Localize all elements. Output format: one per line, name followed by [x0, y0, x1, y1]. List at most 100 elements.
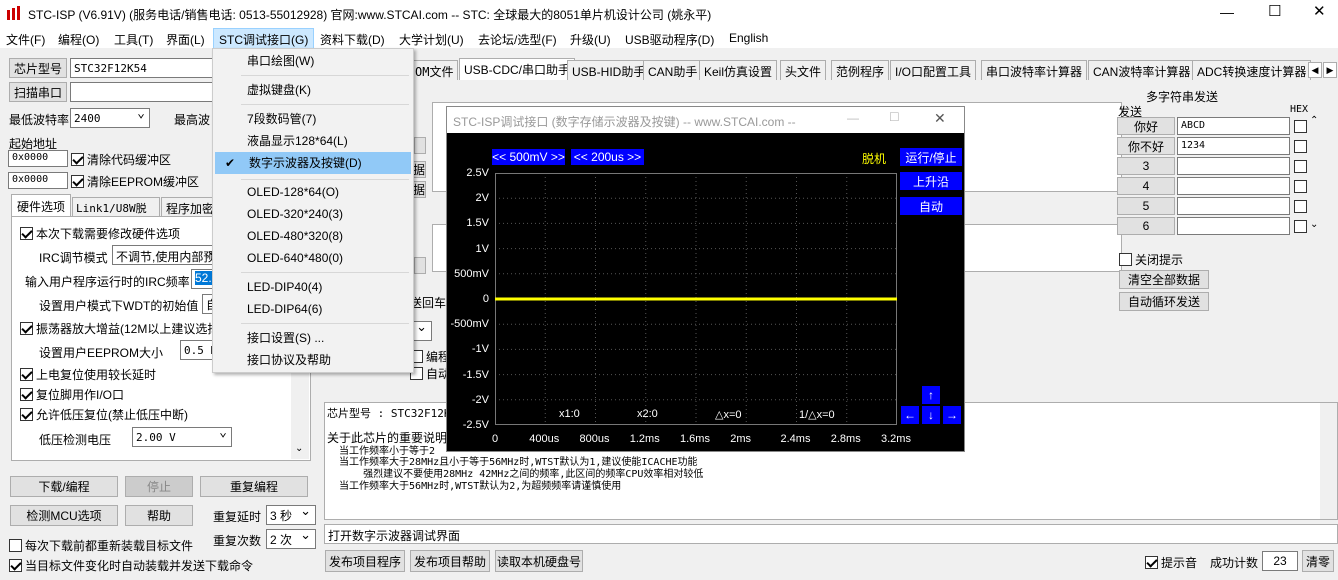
auto-button[interactable]: 自动: [900, 197, 962, 215]
menu-item-lcd[interactable]: 液晶显示128*64(L): [213, 130, 413, 152]
menu-english[interactable]: English: [729, 31, 768, 45]
menu-item-led-dip64[interactable]: LED-DIP64(6): [213, 298, 413, 320]
multi-send-hex-check[interactable]: [1294, 160, 1307, 173]
read-disk-button[interactable]: 读取本机硬盘号: [495, 550, 583, 572]
close-icon[interactable]: ✕: [1313, 2, 1326, 20]
tab-examples[interactable]: 范例程序: [831, 60, 890, 80]
menu-item-7seg[interactable]: 7段数码管(7): [213, 108, 413, 130]
chevron-down-icon[interactable]: ⌄: [1310, 219, 1318, 230]
tab-can-baud-calc[interactable]: CAN波特率计算器: [1088, 60, 1196, 80]
chip-type-field[interactable]: STC32F12K54: [70, 58, 215, 78]
tab-encrypt[interactable]: 程序加密: [161, 197, 219, 216]
save-recv-button[interactable]: 据: [412, 161, 426, 178]
multi-send-button[interactable]: 4: [1117, 177, 1175, 195]
osc-gain-check[interactable]: 振荡器放大增益(12M以上建议选择: [20, 320, 219, 337]
reload-each-check[interactable]: 每次下载前都重新装载目标文件: [9, 537, 193, 554]
clear-all-button[interactable]: 清空全部数据: [1119, 270, 1209, 289]
auto-loop-button[interactable]: 自动循环发送: [1119, 292, 1209, 311]
multi-send-field[interactable]: [1177, 197, 1290, 215]
menu-item-oled-128[interactable]: OLED-128*64(O): [213, 181, 413, 203]
auto-reload-check[interactable]: 当目标文件变化时自动装载并发送下载命令: [9, 557, 253, 574]
multi-send-hex-check[interactable]: [1294, 120, 1307, 133]
multi-send-button[interactable]: 6: [1117, 217, 1175, 235]
menu-program[interactable]: 编程(O): [58, 31, 99, 48]
chevron-up-icon[interactable]: ⌃: [1310, 115, 1318, 126]
code-addr-field[interactable]: 0x0000: [8, 150, 68, 167]
time-div-button[interactable]: << 200us >>: [571, 149, 644, 165]
menu-interface[interactable]: 界面(L): [166, 31, 205, 48]
tab-baud-calc[interactable]: 串口波特率计算器: [981, 60, 1088, 80]
menu-item-oscilloscope[interactable]: ✔ 数字示波器及按键(D): [215, 152, 411, 174]
multi-send-button[interactable]: 5: [1117, 197, 1175, 215]
tab-usb-hid[interactable]: USB-HID助手: [567, 60, 651, 80]
menu-upgrade[interactable]: 升级(U): [570, 31, 611, 48]
volt-div-button[interactable]: << 500mV >>: [492, 149, 565, 165]
tab-hex-file[interactable]: OM文件: [410, 60, 458, 80]
rising-edge-button[interactable]: 上升沿: [900, 172, 962, 190]
menu-item-oled-320[interactable]: OLED-320*240(3): [213, 203, 413, 225]
multi-send-hex-check[interactable]: [1294, 200, 1307, 213]
tab-usb-cdc[interactable]: USB-CDC/串口助手: [459, 58, 576, 80]
menu-usb-driver[interactable]: USB驱动程序(D): [625, 31, 714, 48]
arrow-down-icon[interactable]: ↓: [922, 406, 940, 424]
chip-type-button[interactable]: 芯片型号: [9, 58, 67, 78]
multi-send-field[interactable]: [1177, 177, 1290, 195]
multi-send-hex-check[interactable]: [1294, 180, 1307, 193]
recv-hex-button[interactable]: [414, 137, 426, 154]
min-baud-select[interactable]: 2400: [70, 106, 150, 128]
scan-port-button[interactable]: 扫描串口: [9, 82, 67, 102]
tab-hardware[interactable]: 硬件选项: [11, 194, 71, 216]
menu-tools[interactable]: 工具(T): [114, 31, 153, 48]
menu-item-virtual-keyboard[interactable]: 虚拟键盘(K): [213, 79, 413, 101]
multi-send-button[interactable]: 你不好: [1117, 137, 1175, 155]
clear-code-check[interactable]: 清除代码缓冲区: [71, 151, 171, 168]
maximize-icon[interactable]: ☐: [1268, 2, 1281, 20]
tab-link1[interactable]: Link1/U8W脱机: [72, 197, 160, 231]
menu-item-oled-640[interactable]: OLED-640*480(0): [213, 247, 413, 269]
port-select[interactable]: [70, 82, 215, 102]
arrow-right-icon[interactable]: →: [943, 406, 961, 424]
arrow-up-icon[interactable]: ↑: [922, 386, 940, 404]
minimize-icon[interactable]: —: [1220, 4, 1234, 20]
multi-send-field[interactable]: ABCD: [1177, 117, 1290, 135]
publish-help-button[interactable]: 发布项目帮助: [410, 550, 490, 572]
tab-adc-calc[interactable]: ADC转换速度计算器: [1192, 60, 1312, 80]
menu-file[interactable]: 文件(F): [6, 31, 45, 48]
menu-item-led-dip40[interactable]: LED-DIP40(4): [213, 276, 413, 298]
low-volt-select[interactable]: 2.00 V: [132, 425, 232, 447]
menu-item-serial-plot[interactable]: 串口绘图(W): [213, 50, 413, 72]
multi-send-field[interactable]: 1234: [1177, 137, 1290, 155]
reset-delay-check[interactable]: 上电复位使用较长延时: [20, 366, 156, 383]
menu-datasheet[interactable]: 资料下载(D): [320, 31, 385, 48]
clear-count-button[interactable]: 清零: [1302, 550, 1334, 572]
close-hint-check[interactable]: 关闭提示: [1119, 251, 1183, 268]
reprogram-button[interactable]: 重复编程: [200, 476, 308, 497]
help-button[interactable]: 帮助: [125, 505, 193, 526]
publish-program-button[interactable]: 发布项目程序: [325, 550, 405, 572]
menu-forum[interactable]: 去论坛/选型(F): [478, 31, 557, 48]
repeat-count-select[interactable]: 2 次: [266, 527, 316, 549]
tab-keil[interactable]: Keil仿真设置: [699, 60, 778, 80]
repeat-delay-select[interactable]: 3 秒: [266, 503, 316, 525]
tab-header-file[interactable]: 头文件: [780, 60, 827, 80]
info-scrollbar[interactable]: [1320, 403, 1337, 519]
menu-item-oled-480[interactable]: OLED-480*320(8): [213, 225, 413, 247]
scope-maximize-icon[interactable]: ☐: [889, 110, 900, 124]
tab-io-config[interactable]: I/O口配置工具: [890, 60, 977, 80]
arrow-left-icon[interactable]: ←: [901, 406, 919, 424]
beep-check[interactable]: 提示音: [1145, 554, 1197, 571]
tab-scroll-left-icon[interactable]: ◀: [1308, 62, 1322, 78]
multi-send-field[interactable]: [1177, 157, 1290, 175]
scope-minimize-icon[interactable]: —: [847, 111, 859, 125]
run-stop-button[interactable]: 运行/停止: [900, 148, 962, 166]
low-volt-reset-check[interactable]: 允许低压复位(禁止低压中断): [20, 406, 188, 423]
irc-mode-select[interactable]: 不调节,使用内部预: [112, 243, 222, 265]
tab-scroll-right-icon[interactable]: ▶: [1323, 62, 1337, 78]
multi-send-scrollbar[interactable]: ⌃ ⌄: [1308, 115, 1322, 235]
menu-item-interface-settings[interactable]: 接口设置(S) ...: [213, 327, 413, 349]
clear-eeprom-check[interactable]: 清除EEPROM缓冲区: [71, 173, 199, 190]
scope-close-icon[interactable]: ✕: [934, 110, 946, 127]
reset-pin-check[interactable]: 复位脚用作I/O口: [20, 386, 124, 403]
multi-send-field[interactable]: [1177, 217, 1290, 235]
multi-send-button[interactable]: 3: [1117, 157, 1175, 175]
